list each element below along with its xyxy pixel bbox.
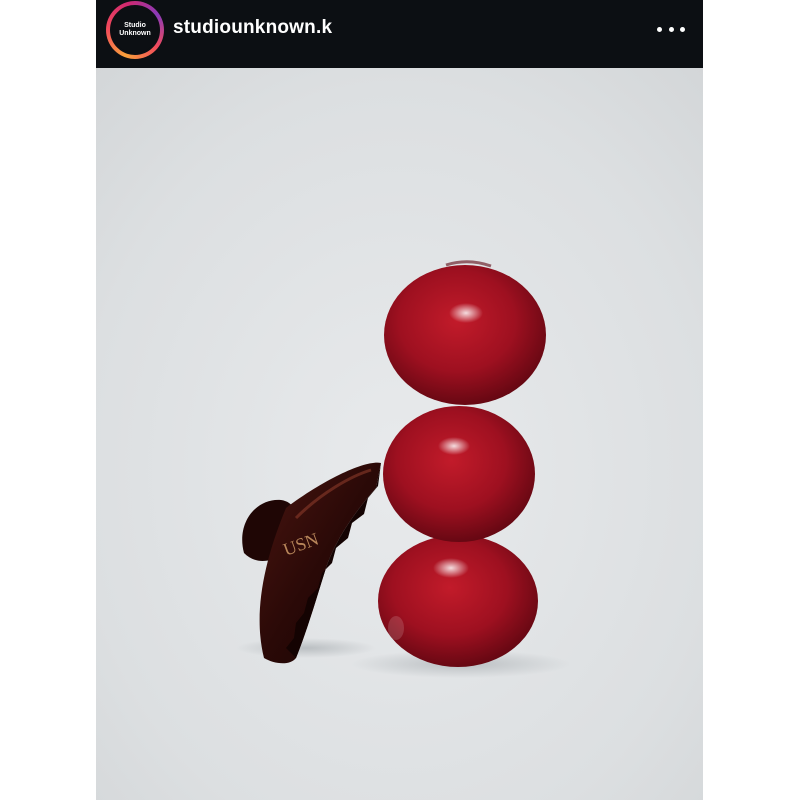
post-frame: Studio Unknown studiounknown.k USN (96, 0, 703, 800)
story-ring[interactable]: Studio Unknown (106, 1, 164, 59)
more-horizontal-icon (657, 26, 662, 32)
apple-bottom (378, 535, 538, 667)
post-header: Studio Unknown studiounknown.k (96, 0, 703, 68)
avatar-text-line2: Unknown (119, 30, 151, 37)
username-link[interactable]: studiounknown.k (173, 17, 332, 39)
avatar[interactable]: Studio Unknown (110, 5, 160, 55)
claw-shadow (236, 638, 376, 658)
post-photo: USN (96, 68, 703, 800)
more-options-button[interactable] (657, 22, 685, 36)
avatar-text-line1: Studio (124, 22, 146, 29)
apple-middle (383, 406, 535, 542)
